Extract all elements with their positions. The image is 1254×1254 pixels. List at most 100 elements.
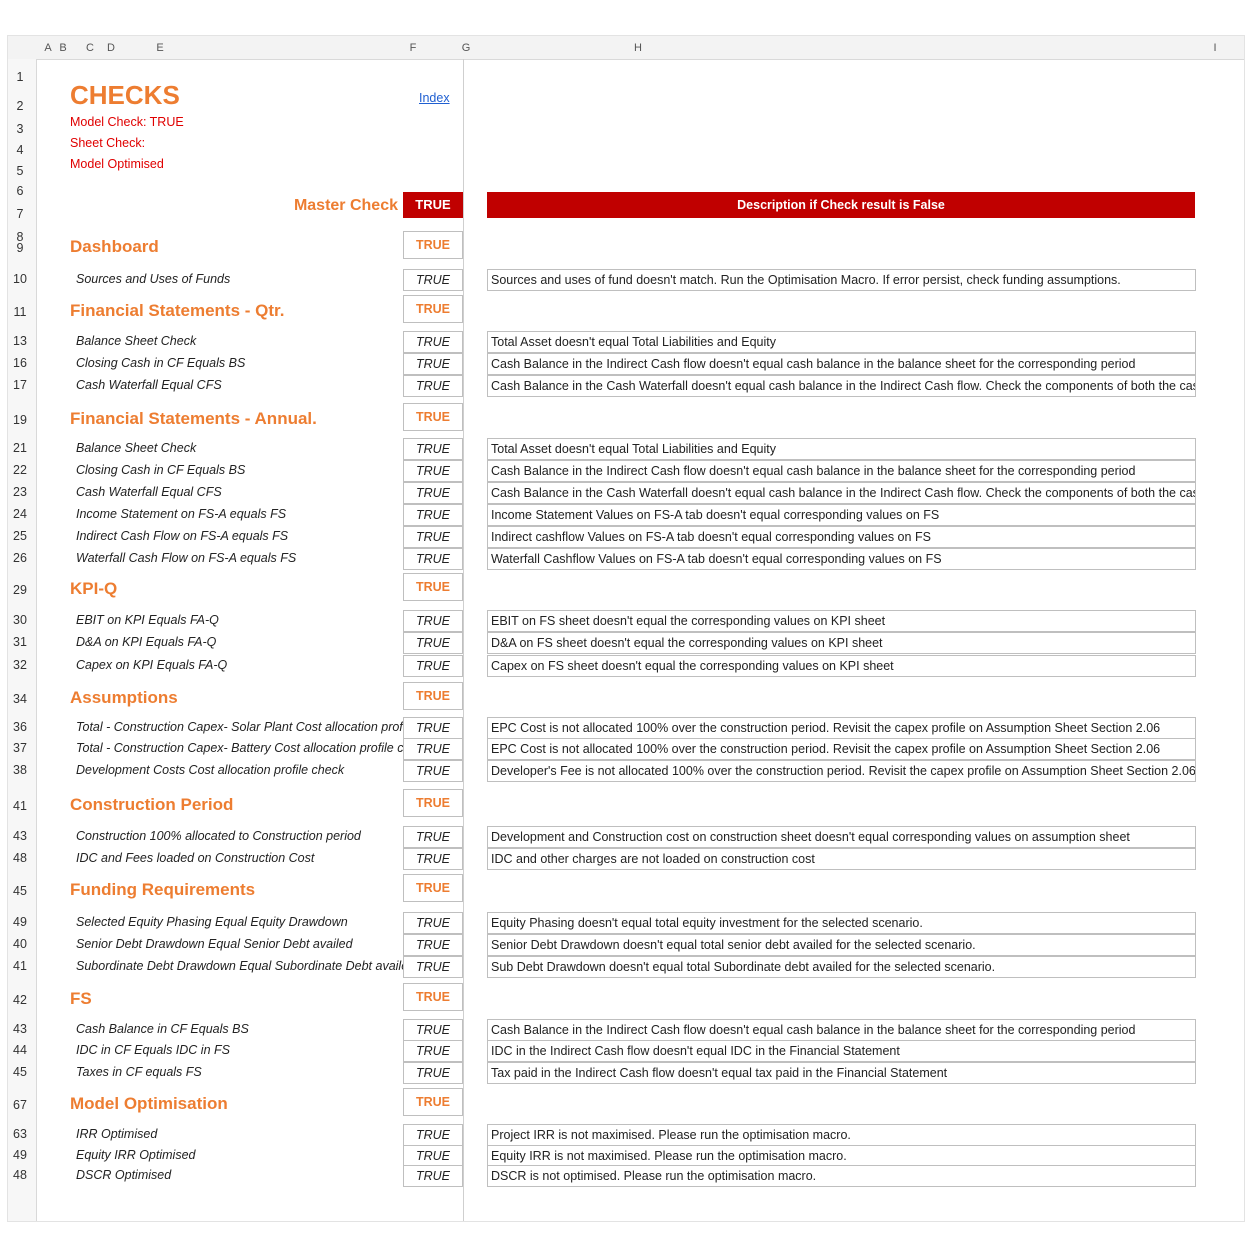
row-number[interactable]: 13 bbox=[8, 334, 32, 348]
check-value[interactable]: TRUE bbox=[403, 1019, 463, 1041]
section-check-value[interactable]: TRUE bbox=[403, 983, 463, 1011]
row-number[interactable]: 5 bbox=[8, 164, 32, 178]
row-number[interactable]: 10 bbox=[8, 272, 32, 286]
column-header-i[interactable]: I bbox=[1205, 36, 1225, 59]
check-value[interactable]: TRUE bbox=[403, 548, 463, 570]
section-check-value[interactable]: TRUE bbox=[403, 573, 463, 601]
check-value[interactable]: TRUE bbox=[403, 826, 463, 848]
row-number[interactable]: 34 bbox=[8, 692, 32, 706]
check-value[interactable]: TRUE bbox=[403, 738, 463, 760]
check-description: Cash Balance in the Indirect Cash flow d… bbox=[487, 353, 1196, 375]
check-value[interactable]: TRUE bbox=[403, 760, 463, 782]
section-title: Dashboard bbox=[70, 237, 159, 256]
check-value[interactable]: TRUE bbox=[403, 717, 463, 739]
check-value[interactable]: TRUE bbox=[403, 1165, 463, 1187]
column-header-e[interactable]: E bbox=[150, 36, 170, 59]
row-number[interactable]: 45 bbox=[8, 1065, 32, 1079]
row-number[interactable]: 49 bbox=[8, 915, 32, 929]
section-check-value[interactable]: TRUE bbox=[403, 682, 463, 710]
section-check-value[interactable]: TRUE bbox=[403, 789, 463, 817]
check-value[interactable]: TRUE bbox=[403, 610, 463, 632]
check-value[interactable]: TRUE bbox=[403, 331, 463, 353]
column-header-c[interactable]: C bbox=[80, 36, 100, 59]
row-number[interactable]: 44 bbox=[8, 1043, 32, 1057]
check-description: Cash Balance in the Cash Waterfall doesn… bbox=[487, 375, 1196, 397]
section-title: Funding Requirements bbox=[70, 880, 256, 899]
row-number[interactable]: 1 bbox=[8, 70, 32, 84]
check-value[interactable]: TRUE bbox=[403, 912, 463, 934]
check-value[interactable]: TRUE bbox=[403, 504, 463, 526]
section-check-value[interactable]: TRUE bbox=[403, 295, 463, 323]
row-number[interactable]: 16 bbox=[8, 356, 32, 370]
row-number[interactable]: 7 bbox=[8, 207, 32, 221]
row-number[interactable]: 26 bbox=[8, 551, 32, 565]
check-label: DSCR Optimised bbox=[76, 1168, 172, 1182]
section-check-value[interactable]: TRUE bbox=[403, 874, 463, 902]
check-value[interactable]: TRUE bbox=[403, 956, 463, 978]
row-number[interactable]: 11 bbox=[8, 305, 32, 319]
check-value[interactable]: TRUE bbox=[403, 1124, 463, 1146]
row-number[interactable]: 3 bbox=[8, 122, 32, 136]
check-description: Development and Construction cost on con… bbox=[487, 826, 1196, 848]
check-value[interactable]: TRUE bbox=[403, 438, 463, 460]
row-number[interactable]: 21 bbox=[8, 441, 32, 455]
check-value[interactable]: TRUE bbox=[403, 1040, 463, 1062]
column-header-b[interactable]: B bbox=[53, 36, 73, 59]
check-value[interactable]: TRUE bbox=[403, 269, 463, 291]
row-number[interactable]: 48 bbox=[8, 1168, 32, 1182]
row-number[interactable]: 37 bbox=[8, 741, 32, 755]
check-description: DSCR is not optimised. Please run the op… bbox=[487, 1165, 1196, 1187]
check-value[interactable]: TRUE bbox=[403, 655, 463, 677]
check-value[interactable]: TRUE bbox=[403, 934, 463, 956]
row-number[interactable]: 43 bbox=[8, 829, 32, 843]
row-number[interactable]: 6 bbox=[8, 184, 32, 198]
column-header-f[interactable]: F bbox=[403, 36, 423, 59]
row-number[interactable]: 63 bbox=[8, 1127, 32, 1141]
row-number[interactable]: 19 bbox=[8, 413, 32, 427]
row-number[interactable]: 32 bbox=[8, 658, 32, 672]
row-number[interactable]: 48 bbox=[8, 851, 32, 865]
column-header-h[interactable]: H bbox=[628, 36, 648, 59]
row-number[interactable]: 36 bbox=[8, 720, 32, 734]
check-value[interactable]: TRUE bbox=[403, 526, 463, 548]
row-number[interactable]: 42 bbox=[8, 993, 32, 1007]
check-value[interactable]: TRUE bbox=[403, 482, 463, 504]
row-number[interactable]: 41 bbox=[8, 799, 32, 813]
index-link[interactable]: Index bbox=[419, 91, 450, 105]
row-number[interactable]: 17 bbox=[8, 378, 32, 392]
row-number[interactable]: 24 bbox=[8, 507, 32, 521]
row-number[interactable]: 38 bbox=[8, 763, 32, 777]
check-label: D&A on KPI Equals FA-Q bbox=[76, 635, 217, 649]
check-value[interactable]: TRUE bbox=[403, 353, 463, 375]
row-number[interactable]: 30 bbox=[8, 613, 32, 627]
row-number[interactable]: 49 bbox=[8, 1148, 32, 1162]
row-number[interactable]: 67 bbox=[8, 1098, 32, 1112]
row-number[interactable]: 31 bbox=[8, 635, 32, 649]
row-number[interactable]: 43 bbox=[8, 1022, 32, 1036]
row-number[interactable]: 25 bbox=[8, 529, 32, 543]
column-header-d[interactable]: D bbox=[101, 36, 121, 59]
master-check-value[interactable]: TRUE bbox=[403, 192, 463, 218]
row-number[interactable]: 9 bbox=[8, 241, 32, 255]
section-check-value[interactable]: TRUE bbox=[403, 1088, 463, 1116]
check-value[interactable]: TRUE bbox=[403, 1062, 463, 1084]
section-check-value[interactable]: TRUE bbox=[403, 403, 463, 431]
check-description: Total Asset doesn't equal Total Liabilit… bbox=[487, 331, 1196, 353]
check-value[interactable]: TRUE bbox=[403, 848, 463, 870]
section-check-value[interactable]: TRUE bbox=[403, 231, 463, 259]
row-number[interactable]: 2 bbox=[8, 99, 32, 113]
row-number[interactable]: 29 bbox=[8, 583, 32, 597]
check-value[interactable]: TRUE bbox=[403, 1145, 463, 1167]
row-number[interactable]: 40 bbox=[8, 937, 32, 951]
row-number[interactable]: 23 bbox=[8, 485, 32, 499]
check-value[interactable]: TRUE bbox=[403, 460, 463, 482]
row-number[interactable]: 41 bbox=[8, 959, 32, 973]
check-value[interactable]: TRUE bbox=[403, 632, 463, 654]
row-number[interactable]: 4 bbox=[8, 143, 32, 157]
row-number[interactable]: 22 bbox=[8, 463, 32, 477]
row-number[interactable]: 45 bbox=[8, 884, 32, 898]
spreadsheet[interactable]: ABCDEFGHI 12345678 CHECKS Model Check: T… bbox=[7, 35, 1245, 1222]
column-header-g[interactable]: G bbox=[456, 36, 476, 59]
description-header: Description if Check result is False bbox=[487, 192, 1195, 218]
check-value[interactable]: TRUE bbox=[403, 375, 463, 397]
